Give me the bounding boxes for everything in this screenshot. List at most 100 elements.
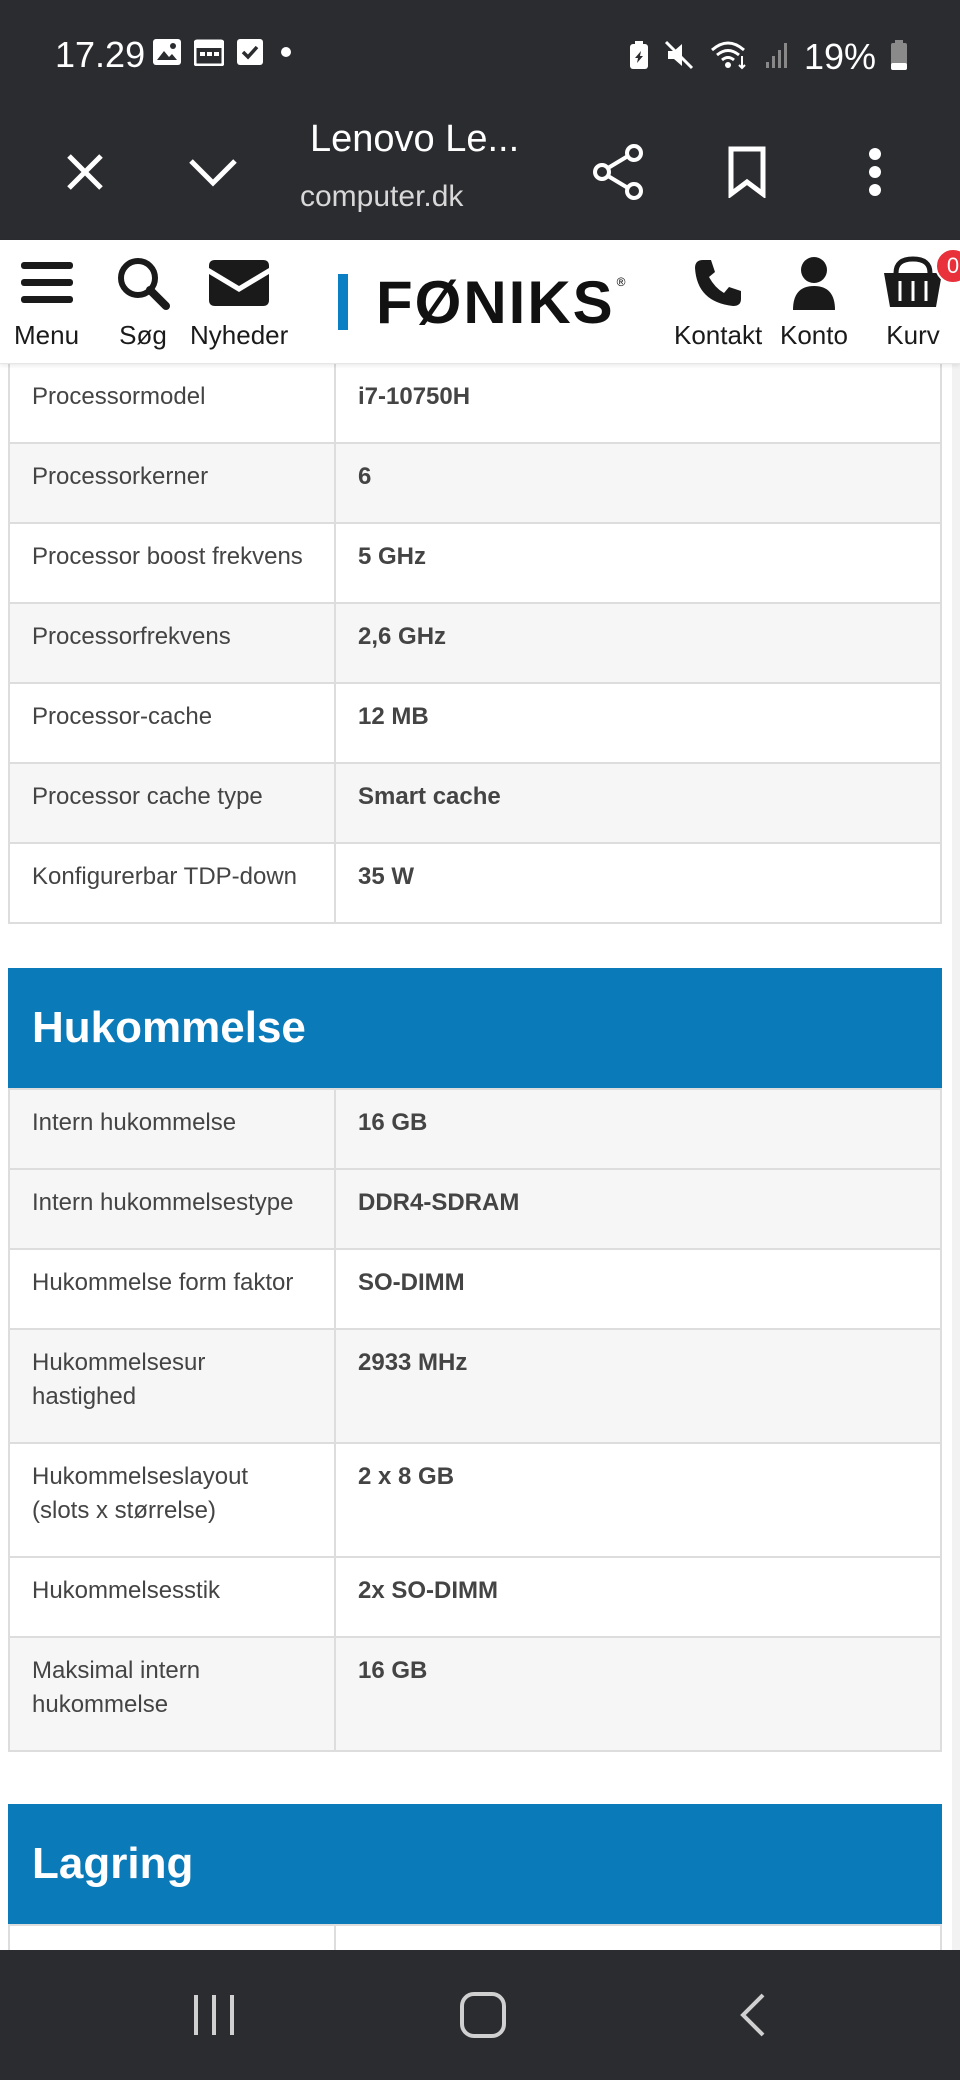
- account-button[interactable]: Konto: [780, 252, 848, 351]
- storage-spec-table: [8, 1924, 942, 1950]
- table-row: Hukommelsesur hastighed 2933 MHz: [8, 1328, 942, 1444]
- spec-label: Hukommelseslayout (slots x størrelse): [8, 1442, 336, 1558]
- spec-value: 6: [334, 442, 942, 524]
- spec-label: Processor-cache: [8, 682, 336, 764]
- close-tab-button[interactable]: [35, 104, 135, 240]
- memory-spec-table: Intern hukommelse 16 GB Intern hukommels…: [8, 1088, 942, 1752]
- back-icon: [740, 1993, 765, 2037]
- contact-label: Kontakt: [674, 320, 763, 350]
- spec-value: 2 x 8 GB: [334, 1442, 942, 1558]
- spec-label: Hukommelse form faktor: [8, 1248, 336, 1330]
- spec-value: SO-DIMM: [334, 1248, 942, 1330]
- page-content: Processormodel i7-10750H Processorkerner…: [0, 364, 960, 1950]
- notification-icons: [152, 38, 296, 71]
- spec-value: Smart cache: [334, 762, 942, 844]
- spec-label: Maksimal intern hukommelse: [8, 1636, 336, 1752]
- status-time: 17.29: [55, 34, 146, 75]
- spec-value: 12 MB: [334, 682, 942, 764]
- table-row: Hukommelsesstik 2x SO-DIMM: [8, 1556, 942, 1638]
- table-row: Maksimal intern hukommelse 16 GB: [8, 1636, 942, 1752]
- share-icon: [593, 144, 643, 200]
- spec-label: Intern hukommelsestype: [8, 1168, 336, 1250]
- table-row: Hukommelse form faktor SO-DIMM: [8, 1248, 942, 1330]
- chevron-down-icon: [189, 159, 237, 187]
- spec-value: 2,6 GHz: [334, 602, 942, 684]
- search-label: Søg: [119, 320, 167, 350]
- browser-toolbar: Lenovo Le... computer.dk: [0, 104, 960, 240]
- spec-value: 35 W: [334, 842, 942, 924]
- spec-label: Hukommelsesstik: [8, 1556, 336, 1638]
- spec-value: 2933 MHz: [334, 1328, 942, 1444]
- hamburger-icon: [20, 262, 73, 303]
- status-bar: 17.29 19%: [0, 0, 960, 104]
- battery-saver-icon: [628, 40, 650, 75]
- cart-label: Kurv: [886, 320, 940, 350]
- bookmark-button[interactable]: [697, 104, 797, 240]
- table-row: Processor boost frekvens 5 GHz: [8, 522, 942, 604]
- home-button[interactable]: [413, 1950, 553, 2080]
- table-row: Processormodel i7-10750H: [8, 364, 942, 444]
- share-button[interactable]: [568, 104, 668, 240]
- contact-button[interactable]: Kontakt: [674, 252, 762, 351]
- minimize-tab-button[interactable]: [163, 104, 263, 240]
- spec-label: Intern hukommelse: [8, 1088, 336, 1170]
- spec-label: Processor cache type: [8, 762, 336, 844]
- user-icon: [792, 257, 835, 310]
- tab-title[interactable]: Lenovo Le...: [310, 118, 530, 161]
- spec-value: i7-10750H: [334, 364, 942, 444]
- gallery-icon: [152, 38, 182, 71]
- phone-icon: [695, 260, 742, 306]
- mute-icon: [664, 40, 696, 75]
- dot-icon: [276, 38, 296, 71]
- spec-label: Konfigurerbar TDP-down: [8, 842, 336, 924]
- account-label: Konto: [780, 320, 848, 350]
- spec-value: 16 GB: [334, 1088, 942, 1170]
- signal-icon: [764, 40, 790, 75]
- logo-text: FØNIKS: [376, 268, 615, 336]
- spec-value: 5 GHz: [334, 522, 942, 604]
- recent-apps-button[interactable]: [144, 1950, 284, 2080]
- system-nav-bar: [0, 1950, 960, 2080]
- calendar-icon: [193, 38, 225, 71]
- section-heading-storage: Lagring: [8, 1804, 942, 1924]
- menu-label: Menu: [14, 320, 80, 350]
- logo-bar: [338, 274, 348, 330]
- back-button[interactable]: [682, 1950, 822, 2080]
- table-row: Processorkerner 6: [8, 442, 942, 524]
- spec-label: Hukommelsesur hastighed: [8, 1328, 336, 1444]
- more-vert-icon: [869, 148, 881, 196]
- table-row: Hukommelseslayout (slots x størrelse) 2 …: [8, 1442, 942, 1558]
- spec-label: Processormodel: [8, 364, 336, 444]
- site-logo[interactable]: FØNIKS ®: [338, 268, 626, 336]
- table-row: [8, 1924, 942, 1950]
- recents-icon: [194, 1995, 234, 2035]
- wifi-icon: [710, 40, 750, 75]
- bookmark-icon: [728, 146, 766, 198]
- spec-label: Processor boost frekvens: [8, 522, 336, 604]
- spec-value: [334, 1924, 942, 1950]
- section-heading-memory: Hukommelse: [8, 968, 942, 1088]
- spec-label: [8, 1924, 336, 1950]
- system-icons: 19%: [628, 36, 908, 78]
- registered-mark: ®: [616, 275, 626, 289]
- task-check-icon: [236, 38, 264, 71]
- page-scrollbar[interactable]: [952, 364, 960, 1950]
- battery-icon: [890, 39, 908, 76]
- more-options-button[interactable]: [825, 104, 925, 240]
- search-icon: [118, 258, 170, 310]
- table-row: Intern hukommelsestype DDR4-SDRAM: [8, 1168, 942, 1250]
- home-icon: [460, 1992, 506, 2038]
- tab-url[interactable]: computer.dk: [300, 180, 480, 214]
- search-button[interactable]: Søg: [116, 252, 170, 351]
- menu-button[interactable]: Menu: [14, 252, 79, 351]
- site-header: Menu Søg Nyheder FØNIKS ® Kontakt Konto …: [0, 240, 960, 364]
- newsletter-button[interactable]: Nyheder: [190, 252, 288, 351]
- table-row: Processor cache type Smart cache: [8, 762, 942, 844]
- cart-button[interactable]: 0 Kurv: [882, 248, 960, 351]
- spec-value: 2x SO-DIMM: [334, 1556, 942, 1638]
- spec-value: 16 GB: [334, 1636, 942, 1752]
- newsletter-label: Nyheder: [190, 320, 289, 350]
- table-row: Processorfrekvens 2,6 GHz: [8, 602, 942, 684]
- processor-spec-table: Processormodel i7-10750H Processorkerner…: [8, 364, 942, 924]
- close-icon: [67, 154, 103, 190]
